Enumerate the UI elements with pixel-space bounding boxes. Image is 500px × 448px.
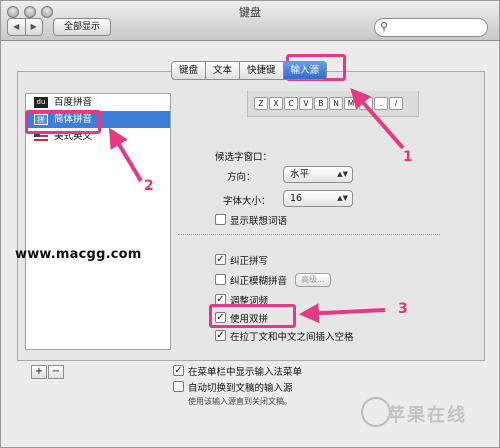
chevron-updown-icon: ▲▼: [337, 170, 348, 178]
candidate-heading: 候选字窗口：: [215, 152, 273, 163]
search-icon: ⚲: [380, 20, 389, 33]
fuzzy-pinyin-checkbox[interactable]: [215, 274, 226, 285]
brand-watermark: 苹果在线: [357, 393, 493, 443]
key: M: [344, 97, 358, 110]
key: X: [269, 97, 283, 110]
tab-keyboard[interactable]: 键盘: [172, 62, 207, 79]
key: ,: [359, 97, 373, 110]
step-number-2: 2: [144, 178, 154, 194]
spell-correct-checkbox[interactable]: ✓: [215, 254, 226, 265]
direction-label: 方向：: [227, 172, 256, 183]
tab-input-sources[interactable]: 输入源: [283, 62, 327, 79]
font-size-label: 字体大小：: [223, 196, 271, 207]
remove-source-button[interactable]: −: [48, 365, 64, 379]
key: C: [284, 97, 298, 110]
show-assoc-checkbox[interactable]: [215, 214, 226, 225]
fuzzy-pinyin-label: 纠正模糊拼音: [230, 276, 288, 287]
auto-switch-hint: 使用该输入源直到关闭文稿。: [188, 397, 292, 406]
tab-text[interactable]: 文本: [206, 62, 241, 79]
brand-text: 苹果在线: [387, 405, 467, 426]
input-source-baidu[interactable]: du 百度拼音: [26, 94, 170, 111]
latin-space-checkbox[interactable]: ✓: [215, 330, 226, 341]
keyboard-prefs-window: 键盘 ◀ ▶ 全部显示 ⚲ 键盘 文本 快捷键 输入源 du 百度拼音 拼 简体…: [0, 0, 500, 448]
auto-switch-checkbox[interactable]: [173, 381, 184, 392]
show-all-button[interactable]: 全部显示: [53, 18, 111, 36]
input-source-label: 百度拼音: [54, 97, 93, 108]
tab-bar: 键盘 文本 快捷键 输入源: [171, 61, 328, 80]
show-menu-checkbox[interactable]: ✓: [173, 365, 184, 376]
back-button[interactable]: ◀: [8, 19, 25, 35]
watermark-text: www.macgg.com: [15, 247, 142, 262]
chevron-updown-icon: ▲▼: [337, 194, 348, 202]
key: .: [374, 97, 388, 110]
advanced-button[interactable]: 高级...: [295, 273, 331, 287]
font-size-select[interactable]: 16 ▲▼: [283, 190, 353, 207]
spell-correct-label: 纠正拼写: [230, 256, 269, 267]
key: B: [314, 97, 328, 110]
key: V: [299, 97, 313, 110]
latin-space-label: 在拉丁文和中文之间插入空格: [230, 332, 354, 343]
step-number-1: 1: [403, 149, 413, 165]
auto-switch-label: 自动切换到文稿的输入源: [188, 383, 293, 394]
direction-select[interactable]: 水平 ▲▼: [283, 166, 353, 183]
nav-buttons: ◀ ▶: [7, 18, 43, 36]
baidu-icon: du: [34, 97, 48, 108]
step-number-3: 3: [398, 301, 408, 317]
key: N: [329, 97, 343, 110]
tab-shortcuts[interactable]: 快捷键: [240, 62, 284, 79]
search-field[interactable]: ⚲: [374, 18, 488, 37]
source-highlight-box: [25, 110, 101, 134]
key: /: [389, 97, 403, 110]
forward-button[interactable]: ▶: [24, 19, 43, 35]
divider: [178, 234, 440, 235]
add-source-button[interactable]: +: [31, 365, 47, 379]
direction-value: 水平: [290, 169, 310, 180]
double-pinyin-highlight-box: [209, 304, 296, 328]
show-assoc-label: 显示联想词语: [230, 216, 288, 227]
title-bar: 键盘 ◀ ▶ 全部显示 ⚲: [1, 1, 499, 41]
font-size-value: 16: [290, 193, 303, 204]
key: Z: [254, 97, 268, 110]
show-menu-label: 在菜单栏中显示输入法菜单: [188, 367, 303, 378]
